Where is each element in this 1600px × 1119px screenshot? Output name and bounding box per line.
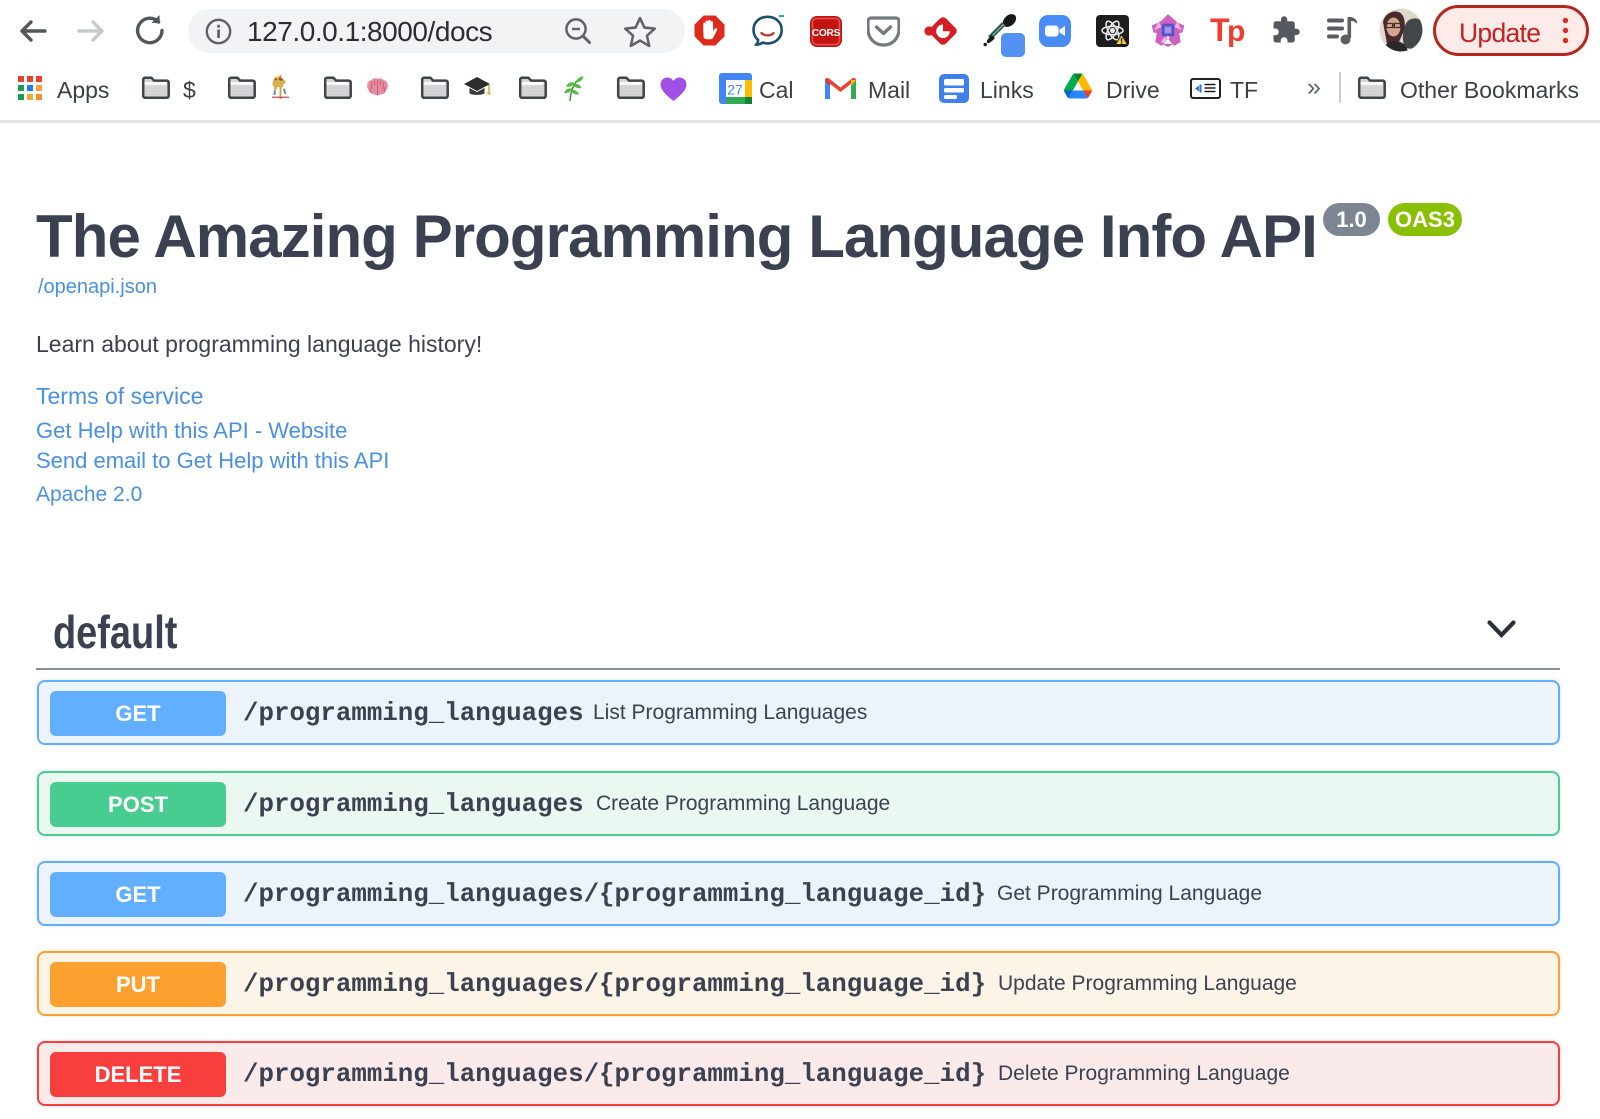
svg-text:27: 27 <box>727 82 743 98</box>
svg-text:CORS: CORS <box>812 28 841 39</box>
